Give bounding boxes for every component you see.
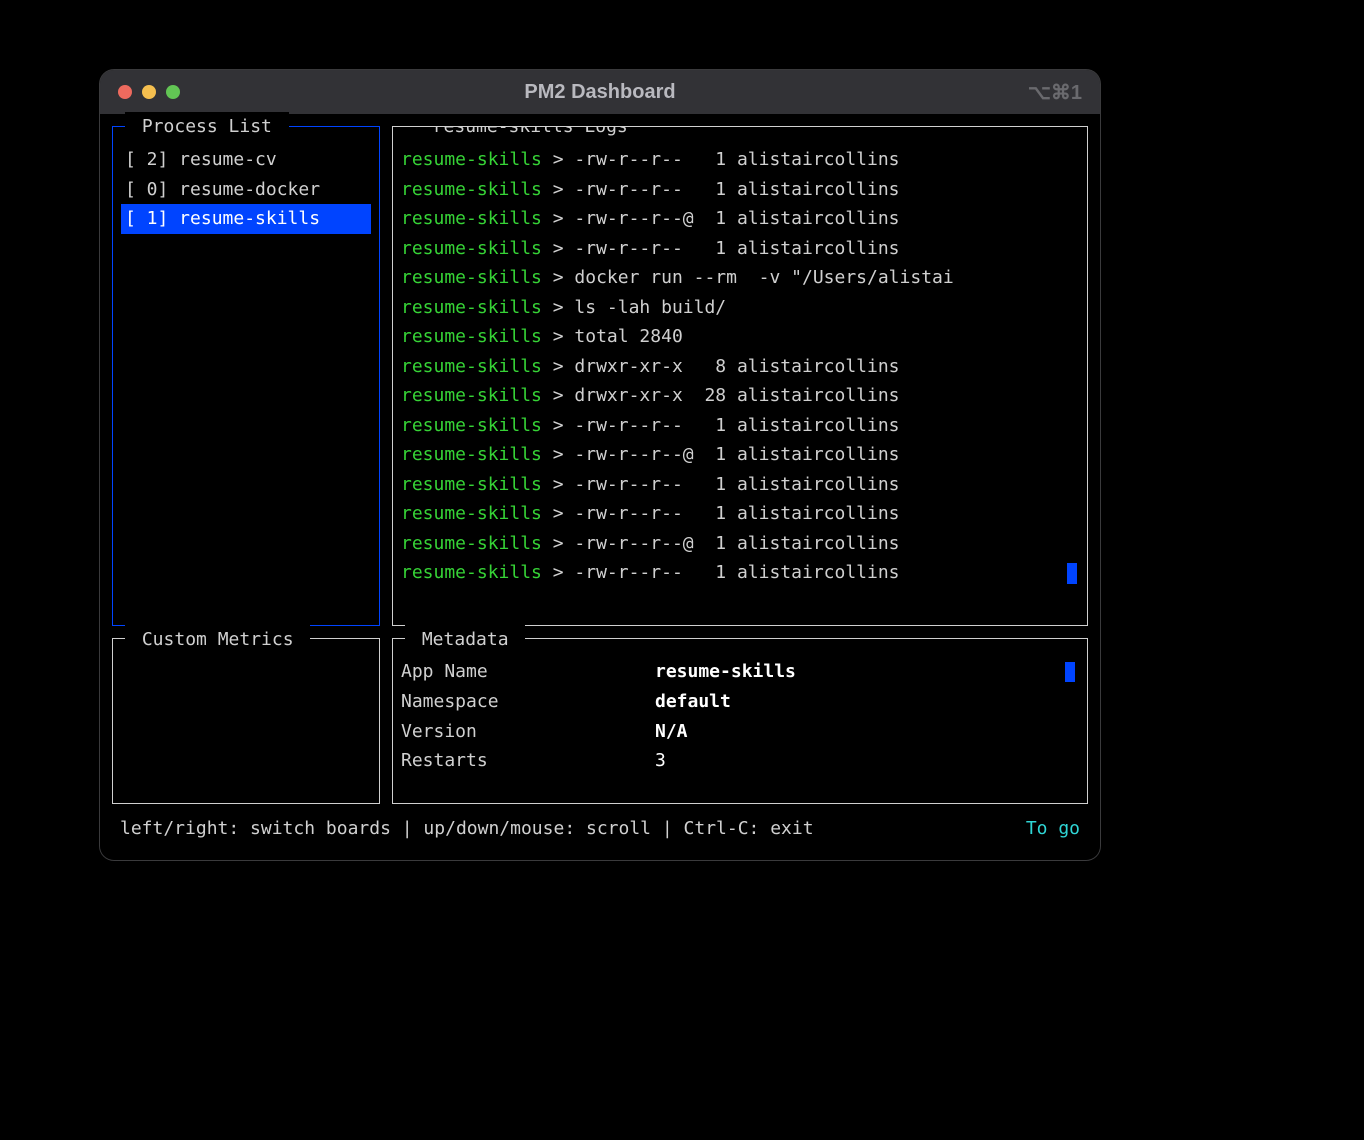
log-line-body: docker run --rm -v "/Users/alistai bbox=[574, 267, 953, 288]
log-line-body: ls -lah build/ bbox=[574, 297, 726, 318]
log-process-name: resume-skills bbox=[401, 297, 542, 318]
log-line-body: -rw-r--r--@ 1 alistaircollins bbox=[574, 533, 899, 554]
log-line-body: -rw-r--r-- 1 alistaircollins bbox=[574, 503, 899, 524]
logs-panel[interactable]: resume-skills Logs resume-skills > -rw-r… bbox=[392, 126, 1088, 626]
metadata-value: default bbox=[655, 687, 731, 717]
metadata-row: VersionN/A bbox=[401, 717, 1079, 747]
log-line-body: -rw-r--r-- 1 alistaircollins bbox=[574, 238, 899, 259]
process-item-resume-docker[interactable]: [ 0] resume-docker bbox=[121, 175, 371, 205]
log-line: resume-skills > -rw-r--r--@ 1 alistairco… bbox=[401, 440, 1079, 470]
log-line: resume-skills > total 2840 bbox=[401, 322, 1079, 352]
custom-metrics-panel: Custom Metrics bbox=[112, 638, 380, 804]
metadata-row: Restarts3 bbox=[401, 746, 1079, 776]
metadata-key: Version bbox=[401, 717, 655, 747]
log-line-body: -rw-r--r--@ 1 alistaircollins bbox=[574, 208, 899, 229]
logs-cursor-icon bbox=[1067, 563, 1077, 584]
metadata-value: resume-skills bbox=[655, 657, 796, 687]
footer-status: To go bbox=[1026, 814, 1080, 844]
log-line-body: -rw-r--r-- 1 alistaircollins bbox=[574, 179, 899, 200]
window-title: PM2 Dashboard bbox=[100, 81, 1100, 104]
log-line: resume-skills > drwxr-xr-x 28 alistairco… bbox=[401, 381, 1079, 411]
window-shortcut-hint: ⌥⌘1 bbox=[1028, 80, 1082, 105]
log-line: resume-skills > -rw-r--r-- 1 alistaircol… bbox=[401, 470, 1079, 500]
maximize-icon[interactable] bbox=[166, 85, 180, 99]
terminal-content: Process List [ 2] resume-cv[ 0] resume-d… bbox=[100, 114, 1100, 860]
process-item-resume-cv[interactable]: [ 2] resume-cv bbox=[121, 145, 371, 175]
log-line: resume-skills > docker run --rm -v "/Use… bbox=[401, 263, 1079, 293]
log-line-body: -rw-r--r-- 1 alistaircollins bbox=[574, 474, 899, 495]
log-line-body: total 2840 bbox=[574, 326, 682, 347]
log-line: resume-skills > -rw-r--r-- 1 alistaircol… bbox=[401, 175, 1079, 205]
log-process-name: resume-skills bbox=[401, 238, 542, 259]
log-process-name: resume-skills bbox=[401, 356, 542, 377]
metadata-value: N/A bbox=[655, 717, 688, 747]
log-line: resume-skills > -rw-r--r--@ 1 alistairco… bbox=[401, 204, 1079, 234]
log-line: resume-skills > -rw-r--r-- 1 alistaircol… bbox=[401, 145, 1079, 175]
log-process-name: resume-skills bbox=[401, 267, 542, 288]
log-process-name: resume-skills bbox=[401, 208, 542, 229]
log-line: resume-skills > -rw-r--r--@ 1 alistairco… bbox=[401, 529, 1079, 559]
log-line: resume-skills > drwxr-xr-x 8 alistaircol… bbox=[401, 352, 1079, 382]
titlebar[interactable]: PM2 Dashboard ⌥⌘1 bbox=[100, 70, 1100, 114]
log-line: resume-skills > -rw-r--r-- 1 alistaircol… bbox=[401, 234, 1079, 264]
log-line-body: -rw-r--r-- 1 alistaircollins bbox=[574, 562, 899, 583]
metadata-row: App Nameresume-skills bbox=[401, 657, 1079, 687]
metadata-key: App Name bbox=[401, 657, 655, 687]
log-process-name: resume-skills bbox=[401, 385, 542, 406]
log-line: resume-skills > -rw-r--r-- 1 alistaircol… bbox=[401, 411, 1079, 441]
log-line-body: drwxr-xr-x 28 alistaircollins bbox=[574, 385, 899, 406]
custom-metrics-title: Custom Metrics bbox=[125, 625, 310, 655]
metadata-panel: Metadata App Nameresume-skillsNamespaced… bbox=[392, 638, 1088, 804]
log-process-name: resume-skills bbox=[401, 326, 542, 347]
metadata-cursor-icon bbox=[1065, 662, 1075, 683]
log-line-body: drwxr-xr-x 8 alistaircollins bbox=[574, 356, 899, 377]
process-list-title: Process List bbox=[125, 112, 289, 142]
log-line-body: -rw-r--r-- 1 alistaircollins bbox=[574, 149, 899, 170]
terminal-window: PM2 Dashboard ⌥⌘1 Process List [ 2] resu… bbox=[100, 70, 1100, 860]
metadata-row: Namespacedefault bbox=[401, 687, 1079, 717]
log-process-name: resume-skills bbox=[401, 149, 542, 170]
footer-help-text: left/right: switch boards | up/down/mous… bbox=[120, 814, 814, 844]
metadata-title: Metadata bbox=[405, 625, 525, 655]
footer: left/right: switch boards | up/down/mous… bbox=[112, 804, 1088, 848]
log-line-body: -rw-r--r--@ 1 alistaircollins bbox=[574, 444, 899, 465]
log-process-name: resume-skills bbox=[401, 474, 542, 495]
close-icon[interactable] bbox=[118, 85, 132, 99]
traffic-lights bbox=[118, 85, 180, 99]
process-list-panel: Process List [ 2] resume-cv[ 0] resume-d… bbox=[112, 126, 380, 626]
log-process-name: resume-skills bbox=[401, 503, 542, 524]
log-process-name: resume-skills bbox=[401, 533, 542, 554]
log-line-body: -rw-r--r-- 1 alistaircollins bbox=[574, 415, 899, 436]
metadata-value: 3 bbox=[655, 746, 666, 776]
log-process-name: resume-skills bbox=[401, 415, 542, 436]
metadata-key: Restarts bbox=[401, 746, 655, 776]
log-process-name: resume-skills bbox=[401, 444, 542, 465]
log-line: resume-skills > ls -lah build/ bbox=[401, 293, 1079, 323]
metadata-key: Namespace bbox=[401, 687, 655, 717]
log-line: resume-skills > -rw-r--r-- 1 alistaircol… bbox=[401, 499, 1079, 529]
log-line: resume-skills > -rw-r--r-- 1 alistaircol… bbox=[401, 558, 1079, 588]
log-process-name: resume-skills bbox=[401, 562, 542, 583]
log-process-name: resume-skills bbox=[401, 179, 542, 200]
minimize-icon[interactable] bbox=[142, 85, 156, 99]
process-item-resume-skills[interactable]: [ 1] resume-skills bbox=[121, 204, 371, 234]
